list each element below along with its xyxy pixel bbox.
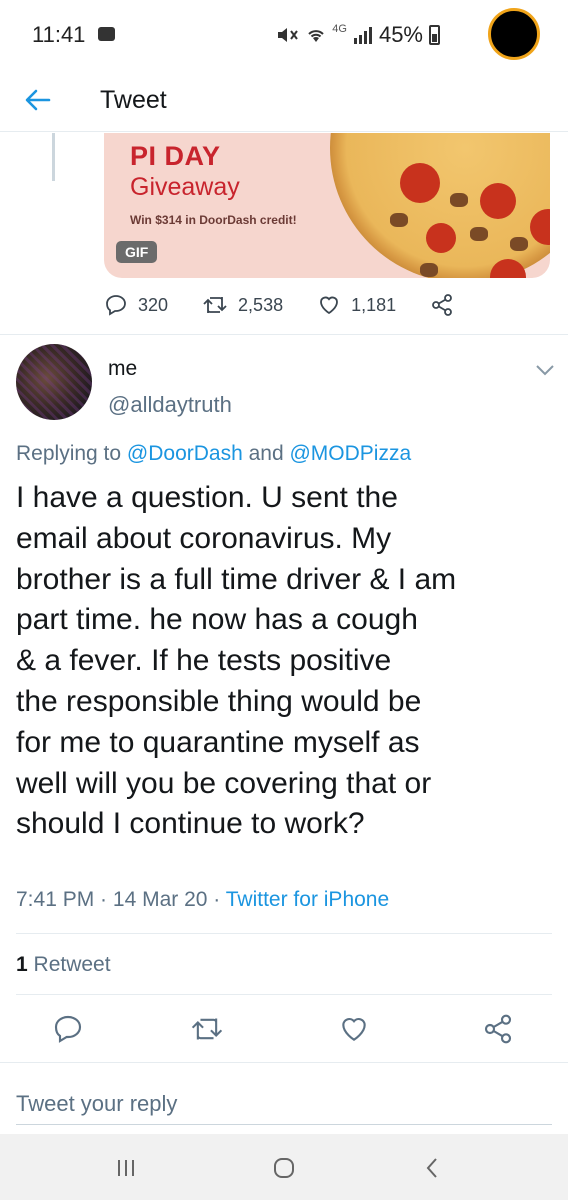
chevron-down-icon[interactable]	[534, 362, 556, 378]
replying-to: Replying to @DoorDash and @MODPizza	[16, 442, 411, 466]
retweet-count: 2,538	[238, 294, 284, 315]
signal-icon	[353, 27, 372, 44]
reply-count: 320	[138, 294, 169, 315]
battery-percent: 45%	[378, 22, 423, 47]
home-icon	[274, 1158, 294, 1178]
retweet-button[interactable]	[190, 1013, 223, 1045]
pizza-image	[330, 133, 550, 278]
heart-icon	[320, 296, 338, 315]
app-header: Tweet	[0, 68, 568, 132]
replying-to-prefix: Replying to	[16, 442, 127, 465]
tweet-action-bar	[0, 1007, 568, 1051]
back-nav-button[interactable]	[410, 1146, 454, 1190]
avatar[interactable]	[16, 344, 92, 420]
reply-mention-doordash[interactable]: @DoorDash	[127, 442, 243, 465]
retweet-count-button[interactable]: 2,538	[202, 293, 283, 317]
recent-apps-button[interactable]	[104, 1146, 148, 1190]
reply-count-button[interactable]: 320	[104, 293, 168, 317]
reply-icon	[54, 1015, 82, 1043]
back-arrow-icon	[25, 89, 51, 111]
tweet-source-link[interactable]: Twitter for iPhone	[226, 888, 389, 911]
heart-icon	[342, 1017, 366, 1041]
retweet-icon	[191, 1018, 223, 1040]
chevron-left-icon	[426, 1158, 437, 1178]
divider	[16, 933, 552, 934]
retweet-summary[interactable]: 1 Retweet	[16, 953, 111, 977]
like-count: 1,181	[351, 294, 397, 315]
camera-cutout	[488, 8, 540, 60]
mute-icon	[278, 28, 299, 42]
status-time: 11:41	[32, 22, 86, 47]
reply-icon	[106, 295, 126, 316]
home-button[interactable]	[262, 1146, 306, 1190]
retweet-label: Retweet	[27, 953, 111, 976]
promo-title: PI DAY	[130, 141, 221, 171]
divider	[16, 994, 552, 995]
reply-button[interactable]	[52, 1013, 84, 1045]
thread-line	[52, 133, 55, 181]
replying-to-and: and	[242, 442, 290, 465]
network-type: 4G	[332, 23, 347, 35]
promo-subtitle: Giveaway	[130, 173, 240, 201]
status-indicators: 4G 45%	[276, 22, 440, 48]
gif-badge: GIF	[116, 241, 158, 263]
reply-composer	[0, 1062, 568, 1132]
wifi-icon	[308, 30, 324, 42]
like-count-button[interactable]: 1,181	[317, 293, 396, 317]
back-button[interactable]	[18, 82, 58, 118]
tweet-date: 14 Mar 20	[112, 888, 208, 911]
share-button[interactable]	[430, 293, 454, 317]
share-icon	[484, 1014, 512, 1044]
promo-gif-card[interactable]: PI DAY Giveaway Win $314 in DoorDash cre…	[104, 133, 550, 278]
retweet-icon	[203, 297, 227, 313]
reply-mention-modpizza[interactable]: @MODPizza	[289, 442, 411, 465]
system-nav-bar	[0, 1134, 568, 1200]
tweet-text: I have a question. U sent the email abou…	[16, 481, 457, 841]
tweet-time: 7:41 PM	[16, 888, 95, 911]
share-button[interactable]	[482, 1013, 514, 1045]
page-title: Tweet	[100, 86, 167, 114]
status-bar: 11:41 4G 45%	[0, 0, 568, 68]
promo-credit-text: Win $314 in DoorDash credit!	[130, 213, 297, 227]
reply-input[interactable]	[16, 1083, 552, 1125]
divider	[0, 334, 568, 335]
meta-separator: ·	[207, 888, 226, 911]
share-icon	[432, 294, 453, 316]
parent-tweet-actions: 320 2,538 1,181	[104, 289, 488, 321]
battery-icon	[429, 25, 440, 45]
user-handle[interactable]: @alldaytruth	[108, 392, 232, 418]
recent-apps-icon	[118, 1160, 134, 1176]
retweet-count-bold: 1	[16, 953, 28, 976]
tweet-meta: 7:41 PM · 14 Mar 20 · Twitter for iPhone	[16, 888, 389, 912]
like-button[interactable]	[338, 1013, 370, 1045]
meta-separator: ·	[94, 888, 113, 911]
user-display-name[interactable]: me	[108, 357, 137, 381]
message-notification-icon	[98, 27, 115, 41]
